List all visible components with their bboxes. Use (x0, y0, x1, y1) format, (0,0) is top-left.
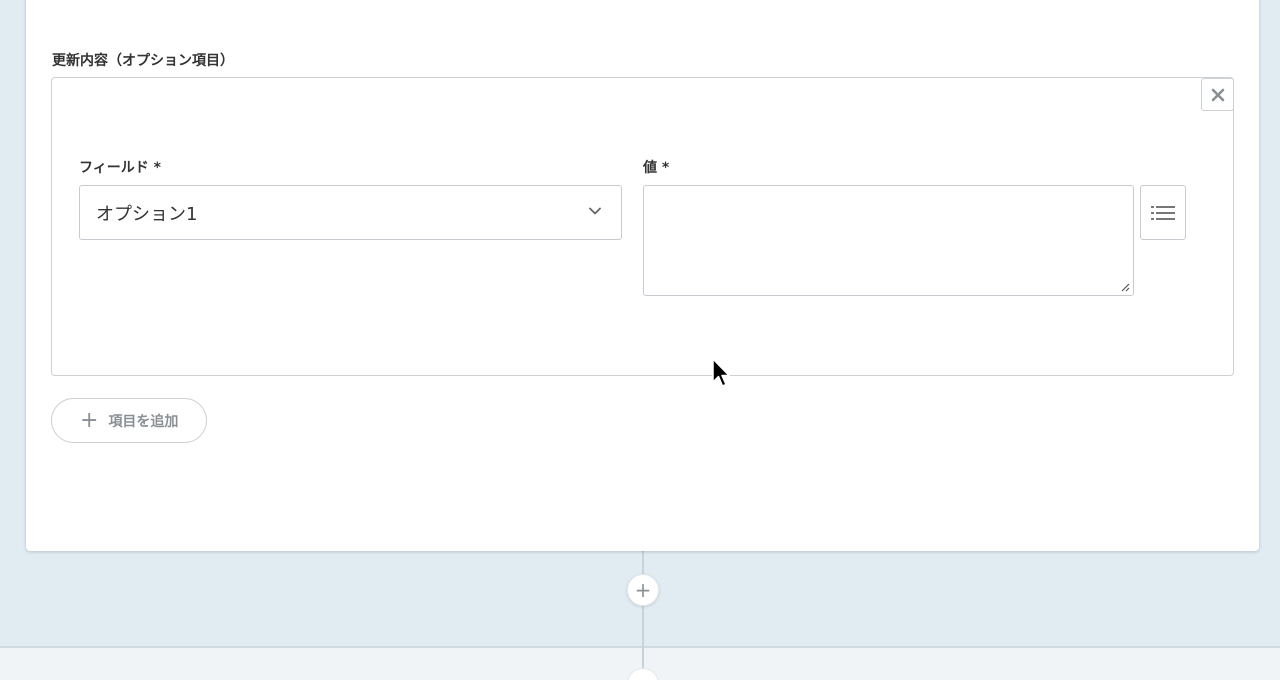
field-select-value: オプション1 (96, 203, 198, 225)
add-step-button[interactable]: + (627, 574, 659, 606)
chevron-down-icon (589, 207, 601, 215)
list-icon (1151, 205, 1175, 220)
update-content-label: 更新内容（オプション項目） (52, 53, 234, 69)
mouse-cursor-icon (712, 358, 730, 387)
plus-icon: + (80, 407, 99, 433)
flow-connector-line (642, 550, 644, 576)
value-label: 値 * (643, 160, 670, 176)
add-item-label: 項目を追加 (108, 413, 179, 430)
resize-handle-icon[interactable] (1120, 282, 1130, 292)
field-label: フィールド * (79, 160, 161, 176)
plus-icon: + (634, 578, 652, 602)
field-select[interactable]: オプション1 (79, 185, 622, 240)
value-textarea[interactable] (643, 185, 1134, 296)
insert-variable-button[interactable] (1140, 185, 1186, 240)
add-item-button[interactable]: + 項目を追加 (51, 398, 207, 443)
close-icon (1211, 88, 1224, 101)
remove-mapping-button[interactable] (1201, 78, 1234, 111)
